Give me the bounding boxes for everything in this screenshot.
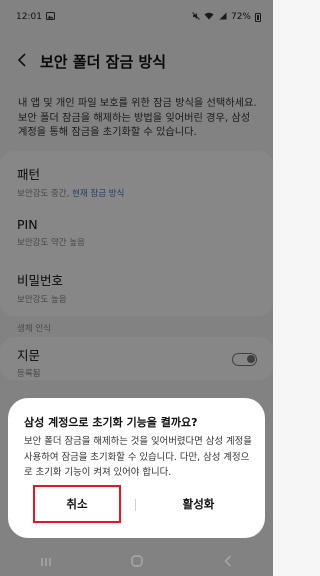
button-divider bbox=[135, 499, 136, 511]
dialog-title: 삼성 계정으로 초기화 기능을 켤까요? bbox=[24, 416, 198, 429]
reset-dialog: 삼성 계정으로 초기화 기능을 켤까요? 보안 폴더 잠금을 해제하는 것을 잊… bbox=[8, 398, 265, 538]
activate-button[interactable]: 활성화 bbox=[146, 485, 251, 523]
back-nav-button[interactable] bbox=[213, 551, 243, 571]
back-icon bbox=[224, 552, 232, 571]
home-button[interactable] bbox=[122, 551, 152, 571]
recent-apps-icon bbox=[40, 552, 52, 571]
dialog-body: 보안 폴더 잠금을 해제하는 것을 잊어버렸다면 삼성 계정을 사용하여 잠금을… bbox=[24, 436, 252, 478]
home-icon bbox=[130, 552, 143, 571]
navigation-bar bbox=[0, 546, 273, 576]
recent-apps-button[interactable] bbox=[31, 551, 61, 571]
cancel-button[interactable]: 취소 bbox=[33, 485, 121, 523]
